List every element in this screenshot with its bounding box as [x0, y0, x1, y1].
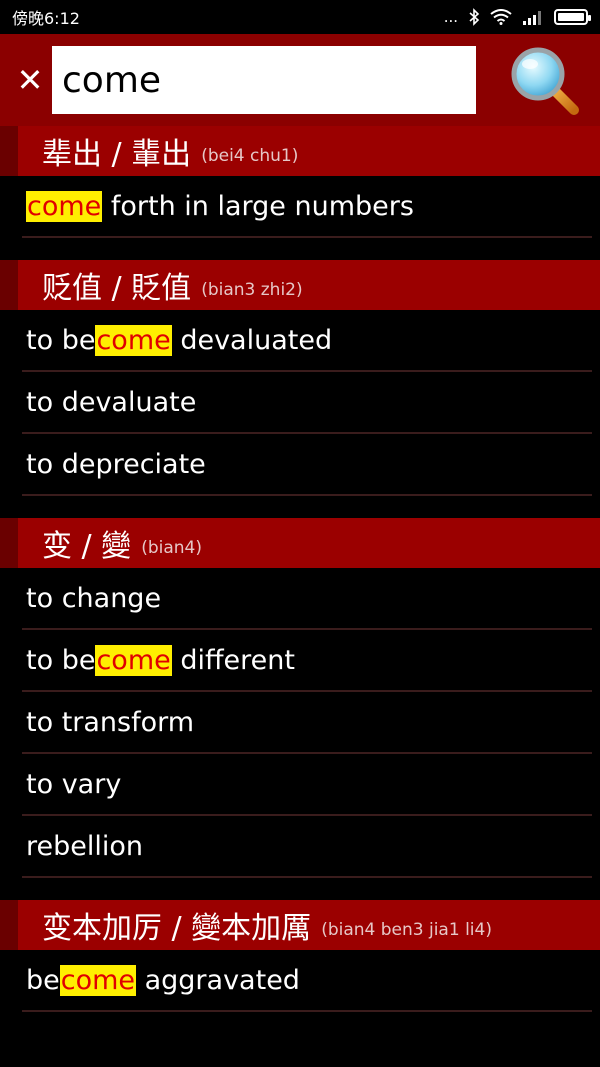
search-icon[interactable] — [508, 44, 582, 118]
definition-text: aggravated — [136, 964, 300, 996]
entry-header[interactable]: 辈出 / 輩出 (bei4 chu1) — [0, 126, 600, 176]
entry-title: 变本加厉 / 變本加厲 — [42, 911, 312, 946]
entry-header-strip — [0, 126, 18, 176]
status-time: 傍晚6:12 — [12, 9, 80, 28]
definition-text: different — [171, 644, 295, 676]
search-input[interactable] — [52, 46, 476, 114]
definition-row[interactable]: to transform — [22, 692, 592, 754]
search-highlight: come — [95, 644, 172, 676]
definition-row[interactable]: rebellion — [22, 816, 592, 878]
status-right: ... — [443, 8, 591, 26]
definition-text: to be — [26, 324, 96, 356]
bluetooth-icon — [469, 8, 480, 26]
entry-header-strip — [0, 518, 18, 568]
status-bar: 傍晚6:12 ... — [0, 0, 600, 34]
entry-title: 变 / 變 — [42, 529, 132, 564]
definition-text: forth in large numbers — [102, 190, 414, 222]
entry-pinyin: (bian4) — [141, 538, 202, 558]
wifi-icon — [490, 9, 512, 25]
close-button[interactable]: ✕ — [8, 58, 52, 102]
definition-text: to devaluate — [26, 386, 197, 418]
more-dots-icon: ... — [443, 8, 458, 26]
search-highlight: come — [59, 964, 137, 996]
definition-row[interactable]: to vary — [22, 754, 592, 816]
entry-pinyin: (bei4 chu1) — [201, 146, 299, 166]
definition-row[interactable]: to devaluate — [22, 372, 592, 434]
status-left: 傍晚6:12 — [12, 5, 80, 29]
definition-row[interactable]: to depreciate — [22, 434, 592, 496]
entry-header[interactable]: 变本加厉 / 變本加厲 (bian4 ben3 jia1 li4) — [0, 900, 600, 950]
definition-row[interactable]: be come aggravated — [22, 950, 592, 1012]
search-header: ✕ — [0, 34, 600, 126]
definition-text: to change — [26, 582, 162, 614]
entry-pinyin: (bian4 ben3 jia1 li4) — [321, 920, 492, 940]
definition-text: be — [26, 964, 60, 996]
entry-title: 贬值 / 貶值 — [42, 271, 192, 306]
entry-title: 辈出 / 輩出 — [42, 137, 192, 172]
definition-text: rebellion — [26, 830, 144, 862]
definition-text: to depreciate — [26, 448, 206, 480]
search-highlight: come — [95, 324, 172, 356]
definition-text: to transform — [26, 706, 195, 738]
entry-header[interactable]: 变 / 變 (bian4) — [0, 518, 600, 568]
definition-text: devaluated — [171, 324, 333, 356]
entry-header[interactable]: 贬值 / 貶值 (bian3 zhi2) — [0, 260, 600, 310]
definition-text: to be — [26, 644, 96, 676]
entry-header-strip — [0, 900, 18, 950]
definition-text: to vary — [26, 768, 122, 800]
close-icon: ✕ — [16, 61, 44, 99]
definition-row[interactable]: come forth in large numbers — [22, 176, 592, 238]
app-screen: 傍晚6:12 ... ✕ come 辈出 / 輩出 (bei4 chu1) co… — [0, 0, 600, 1067]
definition-row[interactable]: to change — [22, 568, 592, 630]
entry-pinyin: (bian3 zhi2) — [201, 280, 303, 300]
results-list: 辈出 / 輩出 (bei4 chu1) come forth in large nu… — [0, 126, 600, 1012]
signal-icon — [523, 11, 541, 25]
battery-icon — [554, 9, 591, 25]
search-highlight: come — [26, 190, 103, 222]
entry-header-strip — [0, 260, 18, 310]
definition-row[interactable]: to be come different — [22, 630, 592, 692]
definition-row[interactable]: to be come devaluated — [22, 310, 592, 372]
